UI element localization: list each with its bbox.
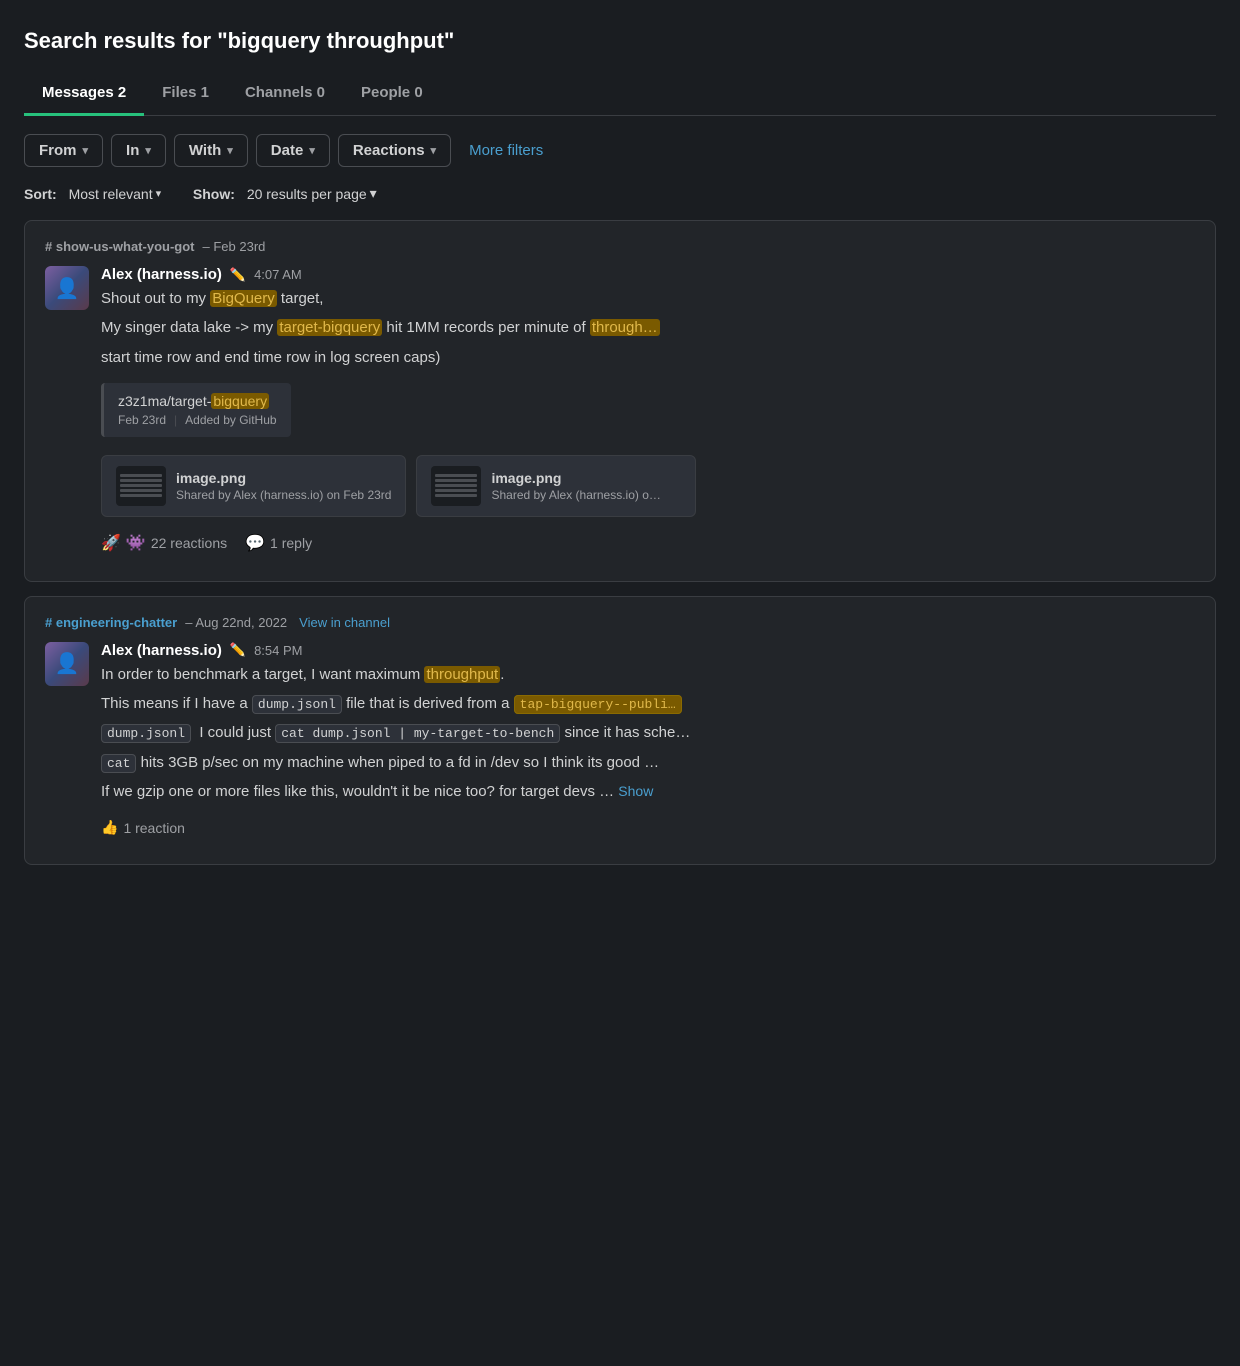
message-text2-line5: If we gzip one or more files like this, … — [101, 780, 1195, 803]
file-card-2[interactable]: image.png Shared by Alex (harness.io) o… — [416, 455, 696, 517]
message-text2-line3: dump.jsonl I could just cat dump.jsonl |… — [101, 721, 1195, 744]
chevron-down-icon: ▾ — [370, 185, 377, 202]
message-content: Alex (harness.io) ✏️ 4:07 AM Shout out t… — [101, 266, 1195, 553]
channel-row-2: # engineering-chatter – Aug 22nd, 2022 V… — [45, 615, 1195, 630]
file-card-1[interactable]: image.png Shared by Alex (harness.io) on… — [101, 455, 406, 517]
code-dump-jsonl: dump.jsonl — [252, 695, 342, 714]
view-in-channel-link[interactable]: View in channel — [299, 615, 390, 630]
filter-date[interactable]: Date ▾ — [256, 134, 330, 167]
message-content-2: Alex (harness.io) ✏️ 8:54 PM In order to… — [101, 642, 1195, 836]
show-dropdown[interactable]: 20 results per page ▾ — [247, 185, 377, 202]
chevron-down-icon: ▾ — [431, 144, 437, 157]
highlight-through: through… — [590, 319, 660, 336]
sort-show-row: Sort: Most relevant ▾ Show: 20 results p… — [24, 185, 1216, 202]
channel-date-2: – Aug 22nd, 2022 — [185, 615, 287, 630]
show-more-link[interactable]: Show — [618, 783, 653, 799]
message-row-2: 👤 Alex (harness.io) ✏️ 8:54 PM In order … — [45, 642, 1195, 836]
author-name: Alex (harness.io) — [101, 266, 222, 283]
filters-row: From ▾ In ▾ With ▾ Date ▾ Reactions ▾ Mo… — [24, 134, 1216, 167]
message-row: 👤 Alex (harness.io) ✏️ 4:07 AM Shout out… — [45, 266, 1195, 553]
reactions-group-2: 👍 1 reaction — [101, 819, 185, 836]
file-name: image.png — [176, 470, 391, 486]
reactions-count: 22 reactions — [151, 535, 227, 551]
link-preview-meta: Feb 23rd | Added by GitHub — [118, 413, 277, 427]
link-preview-text: z3z1ma/target-bigquery — [118, 393, 277, 409]
filter-from[interactable]: From ▾ — [24, 134, 103, 167]
file-info: image.png Shared by Alex (harness.io) o… — [491, 470, 660, 502]
chevron-down-icon: ▾ — [83, 144, 89, 157]
filter-with[interactable]: With ▾ — [174, 134, 248, 167]
code-cat-cmd: cat dump.jsonl | my-target-to-bench — [275, 724, 560, 743]
code-dump-jsonl-2: dump.jsonl — [101, 724, 191, 743]
highlight-throughput: throughput — [424, 666, 500, 683]
chevron-down-icon: ▾ — [227, 144, 233, 157]
reactions-reply-row: 🚀 👾 22 reactions 💬 1 reply — [101, 527, 1195, 553]
file-meta: Shared by Alex (harness.io) o… — [491, 488, 660, 502]
highlight-bigquery: BigQuery — [210, 290, 277, 307]
channel-name: # show-us-what-you-got — [45, 239, 195, 254]
message-text-line1: Shout out to my BigQuery target, — [101, 287, 1195, 310]
tab-channels[interactable]: Channels 0 — [227, 74, 343, 116]
tab-files[interactable]: Files 1 — [144, 74, 227, 116]
reply-count: 1 reply — [270, 535, 312, 551]
chevron-down-icon: ▾ — [156, 187, 162, 200]
message-text-line2: My singer data lake -> my target-bigquer… — [101, 316, 1195, 339]
message-text2-line1: In order to benchmark a target, I want m… — [101, 663, 1195, 686]
tab-messages[interactable]: Messages 2 — [24, 74, 144, 116]
reaction-alien-icon: 👾 — [126, 533, 146, 553]
file-info: image.png Shared by Alex (harness.io) on… — [176, 470, 391, 502]
chevron-down-icon: ▾ — [309, 144, 315, 157]
reactions-reply-row-2: 👍 1 reaction — [101, 813, 1195, 836]
edit-icon-2: ✏️ — [230, 642, 246, 658]
author-name-2: Alex (harness.io) — [101, 642, 222, 659]
file-name: image.png — [491, 470, 660, 486]
channel-name-2[interactable]: # engineering-chatter — [45, 615, 177, 630]
file-meta: Shared by Alex (harness.io) on Feb 23rd — [176, 488, 391, 502]
reactions-count-2: 1 reaction — [123, 820, 184, 836]
file-previews: image.png Shared by Alex (harness.io) on… — [101, 455, 1195, 517]
reactions-group: 🚀 👾 22 reactions — [101, 533, 227, 553]
highlight-bigquery-link: bigquery — [211, 393, 269, 409]
more-filters-link[interactable]: More filters — [459, 135, 553, 166]
avatar-2: 👤 — [45, 642, 89, 686]
reply-group[interactable]: 💬 1 reply — [245, 533, 312, 553]
message-text2-line2: This means if I have a dump.jsonl file t… — [101, 692, 1195, 715]
file-thumb — [431, 466, 481, 506]
file-thumb — [116, 466, 166, 506]
filter-in[interactable]: In ▾ — [111, 134, 166, 167]
filter-reactions[interactable]: Reactions ▾ — [338, 134, 451, 167]
edit-icon: ✏️ — [230, 267, 246, 283]
timestamp-2: 8:54 PM — [254, 643, 302, 658]
page-title: Search results for "bigquery throughput" — [24, 28, 1216, 54]
tab-people[interactable]: People 0 — [343, 74, 441, 116]
message-text2-line4: cat hits 3GB p/sec on my machine when pi… — [101, 751, 1195, 774]
code-tap-bigquery: tap-bigquery--publi… — [514, 695, 682, 714]
code-cat: cat — [101, 754, 136, 773]
timestamp: 4:07 AM — [254, 267, 302, 282]
channel-date: – Feb 23rd — [203, 239, 266, 254]
reply-icon: 💬 — [245, 533, 265, 553]
reaction-thumbsup-icon: 👍 — [101, 819, 118, 836]
message-header-2: Alex (harness.io) ✏️ 8:54 PM — [101, 642, 1195, 659]
reaction-rocket-icon: 🚀 — [101, 533, 121, 553]
message-text-line3: start time row and end time row in log s… — [101, 346, 1195, 369]
channel-row: # show-us-what-you-got – Feb 23rd — [45, 239, 1195, 254]
avatar: 👤 — [45, 266, 89, 310]
sort-dropdown[interactable]: Most relevant ▾ — [69, 186, 162, 202]
tabs-bar: Messages 2 Files 1 Channels 0 People 0 — [24, 74, 1216, 116]
link-preview: z3z1ma/target-bigquery Feb 23rd | Added … — [101, 383, 291, 437]
highlight-target-bigquery: target-bigquery — [277, 319, 382, 336]
message-header: Alex (harness.io) ✏️ 4:07 AM — [101, 266, 1195, 283]
result-card-2: # engineering-chatter – Aug 22nd, 2022 V… — [24, 596, 1216, 865]
chevron-down-icon: ▾ — [145, 144, 151, 157]
result-card-1: # show-us-what-you-got – Feb 23rd 👤 Alex… — [24, 220, 1216, 582]
